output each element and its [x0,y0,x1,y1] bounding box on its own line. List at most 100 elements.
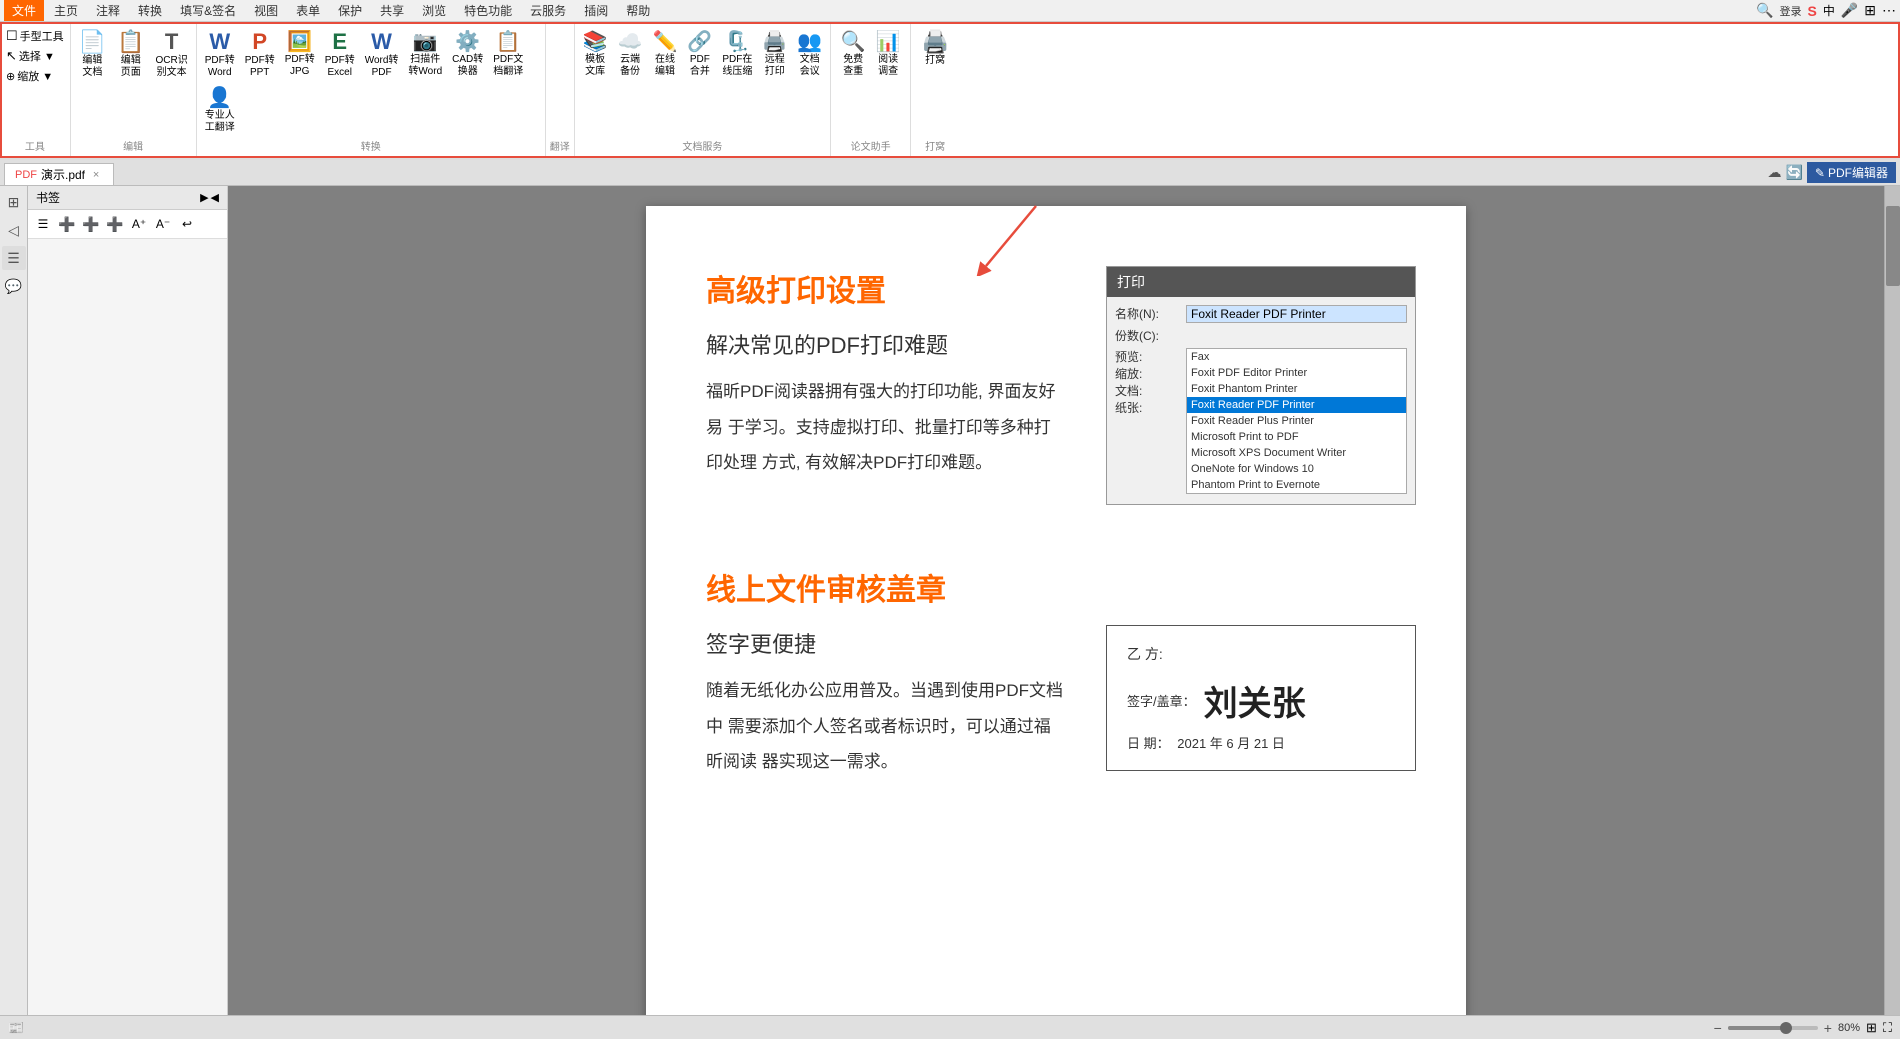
panel-tb-icon4[interactable]: ➕ [104,213,126,235]
hand-tool-btn[interactable]: ☐手型工具 [4,27,66,45]
print-option-evernote[interactable]: Phantom Print to Evernote [1187,477,1406,493]
print-name-label: 名称(N): [1115,305,1180,322]
sidebar-icon-4[interactable]: 💬 [2,274,26,298]
menu-cloud[interactable]: 云服务 [522,0,574,21]
pdf-to-jpg-btn[interactable]: 🖼️ PDF转JPG [281,27,319,80]
menu-view[interactable]: 视图 [246,0,286,21]
panel-tb-refresh[interactable]: ↩ [176,213,198,235]
menu-share[interactable]: 共享 [372,0,412,21]
pdf-compress-btn[interactable]: 🗜️ PDF在线压缩 [718,27,756,80]
menu-help[interactable]: 帮助 [618,0,658,21]
read-survey-btn[interactable]: 📊 阅读调查 [872,27,905,80]
menu-browse[interactable]: 浏览 [414,0,454,21]
edit-doc-btn[interactable]: 📄 编辑文档 [75,27,110,81]
pdf-editor-label: PDF编辑器 [1828,164,1888,181]
section-sign-subtitle: 签字更便捷 [706,627,1066,659]
mic-icon[interactable]: 🎤 [1841,2,1858,19]
signature-box: 乙 方: 签字/盖章： 刘关张 日 期： 2021 年 6 月 21 日 [1106,625,1416,771]
pdf-to-word-btn[interactable]: W PDF转Word [201,27,239,81]
print-option-phantom[interactable]: Foxit Phantom Printer [1187,381,1406,397]
free-check-btn[interactable]: 🔍 免费查重 [837,27,870,80]
sync-icon[interactable]: 🔄 [1785,164,1802,181]
sidebar-icon-2[interactable]: ◁ [2,218,26,242]
scrollbar-thumb[interactable] [1886,206,1900,286]
zoom-plus-btn[interactable]: + [1824,1020,1832,1036]
cloud-backup-btn[interactable]: ☁️ 云端备份 [614,27,647,80]
login-btn[interactable]: 登录 [1779,3,1801,19]
panel-tb-icon3[interactable]: ➕ [80,213,102,235]
fullscreen-btn[interactable]: ⛶ [1883,1020,1892,1036]
pdf-editor-btn[interactable]: ✎ PDF编辑器 [1807,162,1896,183]
zoom-tool-btn[interactable]: ⊕缩放 ▼ [4,67,55,85]
sidebar-icon-3[interactable]: ☰ [2,246,26,270]
panel-collapse-btn[interactable]: ◀ [211,191,219,204]
grid-icon[interactable]: ⊞ [1864,2,1876,19]
panel-expand-btn[interactable]: ▶ [200,191,208,204]
menu-file[interactable]: 文件 [4,0,44,21]
print-option-plus[interactable]: Foxit Reader Plus Printer [1187,413,1406,429]
print-option-fax[interactable]: Fax [1187,349,1406,365]
edit-group-label: 编辑 [123,138,143,153]
print-btn[interactable]: 🖨️ 打窝 [917,27,953,69]
icon-sidebar: ⊞ ◁ ☰ 💬 [0,186,28,1015]
print-paper-label: 纸张: [1115,399,1180,416]
menu-convert[interactable]: 转换 [130,0,170,21]
print-option-ms-pdf[interactable]: Microsoft Print to PDF [1187,429,1406,445]
select-tool-btn[interactable]: ↖选择 ▼ [4,47,57,65]
print-copies-label: 份数(C): [1115,327,1180,344]
panel-tb-fontdown[interactable]: A⁻ [152,213,174,235]
status-bar: 📰 − + 80% ⊞ ⛶ [0,1015,1900,1039]
menu-annotate[interactable]: 注释 [88,0,128,21]
remote-print-btn[interactable]: 🖨️ 远程打印 [758,27,791,80]
zoom-minus-btn[interactable]: − [1714,1020,1722,1036]
print-option-xps[interactable]: Microsoft XPS Document Writer [1187,445,1406,461]
doc-meeting-btn[interactable]: 👥 文档会议 [793,27,826,80]
ocr-btn[interactable]: T OCR识别文本 [151,27,191,81]
pdf-merge-btn[interactable]: 🔗 PDF合并 [683,27,716,80]
docservice-group-label: 文档服务 [682,138,722,153]
online-edit-btn[interactable]: ✏️ 在线编辑 [649,27,682,80]
scrollbar[interactable] [1884,186,1900,1015]
menu-protect[interactable]: 保护 [330,0,370,21]
edit-page-btn[interactable]: 📋 编辑页面 [113,27,148,81]
tab-pdf-icon: PDF [15,169,37,181]
fit-page-btn[interactable]: ⊞ [1866,1020,1877,1036]
signature-field: 签字/盖章： 刘关张 [1127,676,1395,725]
template-library-btn[interactable]: 📚 模板文库 [579,27,612,80]
cad-converter-btn[interactable]: ⚙️ CAD转换器 [448,27,487,80]
zoom-slider[interactable] [1728,1026,1818,1030]
menu-sign[interactable]: 填写&签名 [172,0,244,21]
doc-tab[interactable]: PDF 演示.pdf × [4,163,114,185]
panel-tb-fontup[interactable]: A⁺ [128,213,150,235]
menu-special[interactable]: 特色功能 [456,0,520,21]
panel-tb-icon2[interactable]: ➕ [56,213,78,235]
sidebar-icon-1[interactable]: ⊞ [2,190,26,214]
section-print-text: 高级打印设置 解决常见的PDF打印难题 福昕PDF阅读器拥有强大的打印功能, 界… [706,266,1066,481]
menu-read[interactable]: 插阅 [576,0,616,21]
pdf-translate-btn[interactable]: 📋 PDF文档翻译 [489,27,527,80]
lang-icon: 中 [1823,2,1835,19]
search-icon[interactable]: 🔍 [1756,2,1773,19]
zoom-slider-thumb[interactable] [1780,1022,1792,1034]
menu-home[interactable]: 主页 [46,0,86,21]
tab-bar: PDF 演示.pdf × ☁ 🔄 ✎ PDF编辑器 [0,160,1900,186]
status-icon1[interactable]: 📰 [8,1020,24,1036]
cloud-sync-icon[interactable]: ☁ [1767,164,1781,181]
scan-to-word-btn[interactable]: 📷 扫描件转Word [404,27,446,80]
panel-tb-icon1[interactable]: ☰ [32,213,54,235]
print-dialog-title: 打印 [1107,267,1415,297]
print-option-editor[interactable]: Foxit PDF Editor Printer [1187,365,1406,381]
dots-icon[interactable]: ⋯ [1882,2,1896,19]
word-to-pdf-btn[interactable]: W Word转PDF [361,27,403,81]
print-zoom-label: 缩放: [1115,365,1180,382]
date-value: 2021 年 6 月 21 日 [1177,736,1285,751]
pdf-to-ppt-btn[interactable]: P PDF转PPT [241,27,279,81]
tab-close-btn[interactable]: × [89,168,103,182]
print-name-input[interactable]: Foxit Reader PDF Printer [1186,305,1407,323]
pdf-to-excel-btn[interactable]: E PDF转Excel [321,27,359,81]
pro-translate-btn[interactable]: 👤 专业人工翻译 [201,83,239,136]
menu-forms[interactable]: 表单 [288,0,328,21]
print-option-onenote[interactable]: OneNote for Windows 10 [1187,461,1406,477]
print-option-reader[interactable]: Foxit Reader PDF Printer [1187,397,1406,413]
signature-party: 乙 方: [1127,644,1395,664]
